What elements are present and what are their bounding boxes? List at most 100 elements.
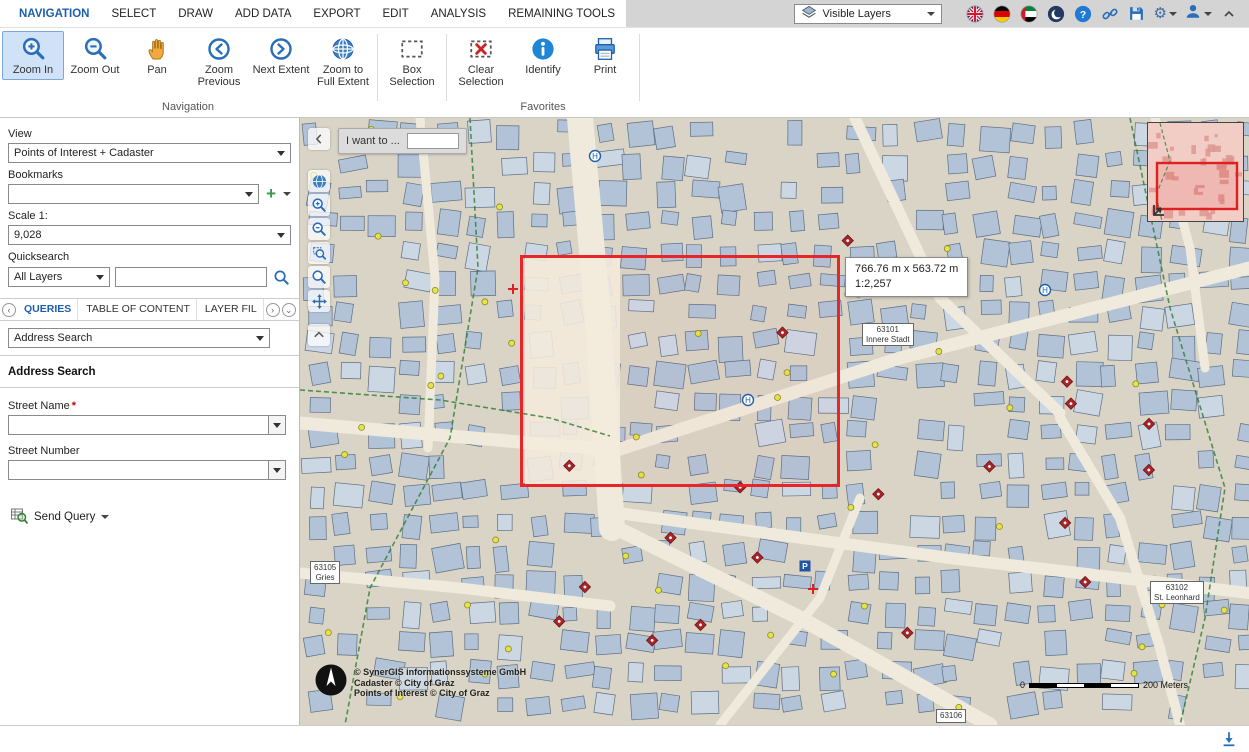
tab-queries[interactable]: QUERIES [18,299,79,320]
save-icon[interactable] [1127,4,1147,24]
settings-gear-icon: ⚙ [1153,4,1167,22]
street-number-input[interactable] [9,461,268,479]
view-select[interactable]: Points of Interest + Cadaster [8,143,291,163]
layers-icon [801,4,817,23]
tool-label: Print [593,64,617,76]
i-want-to-input[interactable] [406,133,459,149]
ribbon-group-label [381,101,443,117]
settings-button[interactable]: ⚙ [1154,4,1177,24]
ribbon-separator [377,34,378,101]
germany-flag-icon[interactable] [992,4,1012,24]
map-copyright: © SynerGIS informationssysteme GmbH Cada… [354,667,527,698]
menu-tab-draw[interactable]: DRAW [167,0,224,28]
collapse-ribbon-icon[interactable] [1219,4,1239,24]
svg-text:H: H [592,152,598,161]
tool-zoom-in[interactable]: Zoom In [2,31,64,80]
query-type-value: Address Search [14,332,93,344]
zoom-out-icon [82,35,109,62]
map-zoom-extent-icon[interactable] [308,266,330,288]
menu-tab-remaining-tools[interactable]: REMAINING TOOLS [497,0,626,28]
send-query-caret-icon [101,514,110,523]
bookmarks-label: Bookmarks [8,169,64,181]
scalebar-distance: 200 Meters [1143,680,1189,690]
view-label: View [8,128,32,140]
bottom-bar [0,725,1249,752]
tool-label: Box Selection [389,64,435,88]
overview-extent-rectangle [1155,161,1239,211]
tabs-overflow-icon[interactable]: ⌄ [281,302,296,317]
quicksearch-input[interactable] [114,267,267,287]
tool-next-extent[interactable]: Next Extent [250,31,312,80]
map-globe-icon[interactable] [308,170,330,192]
tool-clear-selection[interactable]: Clear Selection [450,31,512,92]
identify-icon [530,35,557,62]
street-number-combo [8,460,286,480]
clear-selection-icon [468,35,495,62]
map-viewport[interactable]: H H H P I want to ... 766.76 m x 563.72 … [300,118,1249,725]
north-arrow-icon [314,663,348,697]
left-panel: View Points of Interest + Cadaster Bookm… [0,118,300,725]
tool-identify[interactable]: Identify [512,31,574,80]
i-want-to-widget[interactable]: I want to ... [338,128,467,154]
menu-tab-edit[interactable]: EDIT [372,0,420,28]
tool-zoom-previous[interactable]: Zoom Previous [188,31,250,92]
help-icon[interactable]: ? [1073,4,1093,24]
query-type-select[interactable]: Address Search [8,328,270,348]
menu-tab-analysis[interactable]: ANALYSIS [420,0,497,28]
box-selection-icon [399,35,426,62]
link-icon[interactable] [1100,4,1120,24]
map-pan-move-icon[interactable] [308,290,330,312]
tool-zoom-out[interactable]: Zoom Out [64,31,126,80]
bookmark-menu-caret[interactable] [283,192,291,200]
measure-tooltip: 766.76 m x 563.72 m 1:2,257 [845,257,969,297]
street-name-dropdown-button[interactable] [268,416,285,434]
overview-map[interactable] [1147,122,1244,222]
uae-flag-icon[interactable] [1019,4,1039,24]
send-query-button[interactable]: Send Query [10,506,291,527]
tab-table-of-content[interactable]: TABLE OF CONTENT [80,299,197,320]
district-label-st-leonhard: 63102 St. Leonhard [1150,581,1204,604]
print-icon [592,35,619,62]
street-name-input[interactable] [9,416,268,434]
menu-tab-navigation[interactable]: NAVIGATION [8,0,101,28]
menu-tab-add-data[interactable]: ADD DATA [224,0,302,28]
map-zoom-out-icon[interactable] [308,218,330,240]
map-zoom-window-icon[interactable] [308,242,330,264]
tabs-scroll-right-icon[interactable]: › [265,302,280,317]
quicksearch-search-icon[interactable] [272,266,291,288]
tabs-scroll-left-icon[interactable]: ‹ [2,302,16,317]
tool-print[interactable]: Print [574,31,636,80]
street-number-dropdown-button[interactable] [268,461,285,479]
tool-label: Zoom to Full Extent [317,64,369,88]
user-account-button[interactable] [1184,2,1212,25]
tool-zoom-to-full-extent[interactable]: Zoom to Full Extent [312,31,374,92]
menu-tab-select[interactable]: SELECT [101,0,168,28]
tool-label: Next Extent [252,64,310,76]
tool-pan[interactable]: Pan [126,31,188,80]
view-select-value: Points of Interest + Cadaster [14,147,154,159]
download-icon[interactable] [1219,729,1239,749]
collapse-panel-icon[interactable] [308,128,330,150]
visible-layers-select[interactable]: Visible Layers [793,3,942,24]
uk-flag-icon[interactable] [965,4,985,24]
dark-mode-icon[interactable] [1046,4,1066,24]
query-section-title: Address Search [0,356,299,388]
tool-box-selection[interactable]: Box Selection [381,31,443,92]
quicksearch-layer-value: All Layers [14,271,63,283]
measure-scale: 1:2,257 [855,278,892,290]
ribbon-toolbar: Zoom In Zoom Out Pan Zoom Previous Next … [0,28,1249,118]
add-bookmark-button[interactable]: + [264,185,278,202]
map-zoom-in-icon[interactable] [308,194,330,216]
zoom-previous-icon [206,35,233,62]
map-scroll-up-icon[interactable] [308,324,330,346]
tab-layer-filter[interactable]: LAYER FIL [199,299,264,320]
bookmarks-select[interactable] [8,184,260,204]
scale-select[interactable]: 9,028 [8,225,291,245]
menubar: NAVIGATION SELECT DRAW ADD DATA EXPORT E… [0,0,1249,28]
quicksearch-label: Quicksearch [8,251,70,263]
quicksearch-layer-select[interactable]: All Layers [8,267,110,287]
menubar-right: Visible Layers ? ⚙ [626,0,1249,27]
scale-label: Scale 1: [8,210,48,222]
i-want-to-label: I want to ... [346,135,400,147]
menu-tab-export[interactable]: EXPORT [302,0,371,28]
